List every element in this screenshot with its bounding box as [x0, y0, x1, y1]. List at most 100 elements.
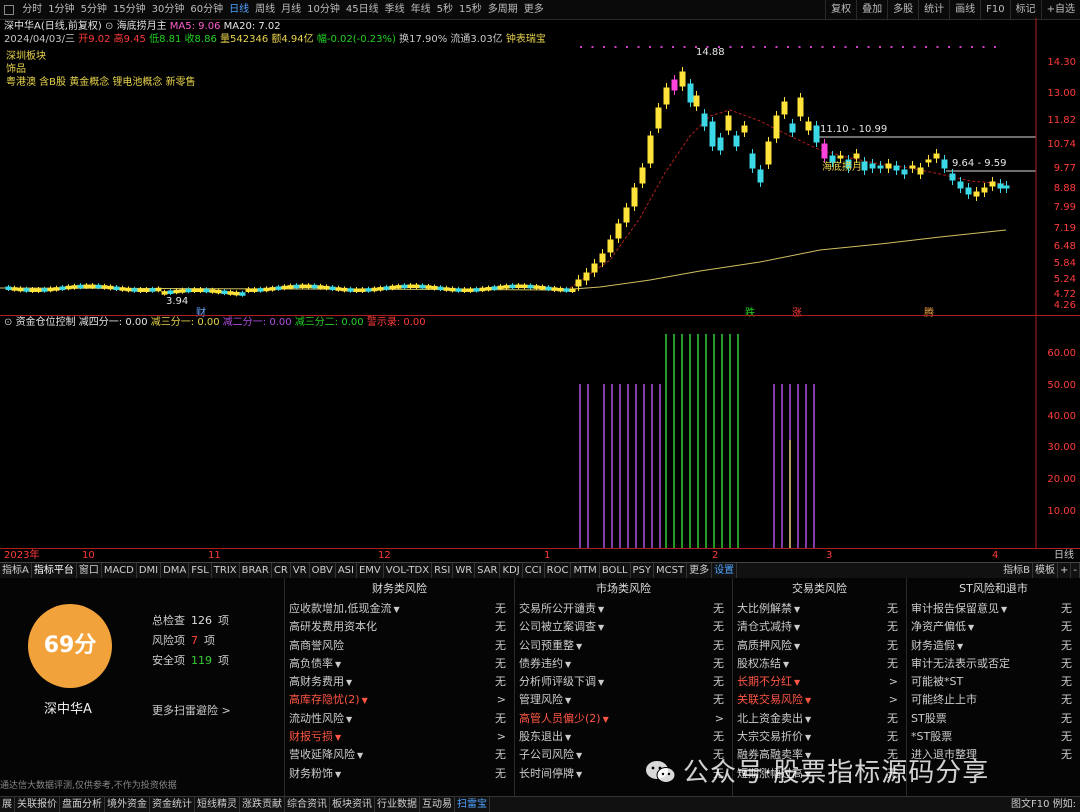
risk-item[interactable]: 高财务费用 ▼ 无	[285, 673, 514, 691]
candle[interactable]	[941, 155, 948, 173]
period-tab[interactable]: 60分钟	[187, 0, 226, 20]
risk-item[interactable]: 营收延降风险 ▼ 无	[285, 746, 514, 764]
candle[interactable]	[533, 283, 540, 290]
candle[interactable]	[521, 283, 528, 290]
candle[interactable]	[467, 286, 474, 293]
candle[interactable]	[509, 283, 516, 290]
candle[interactable]	[615, 219, 622, 243]
risk-item[interactable]: 股权冻结 ▼ 无	[733, 655, 906, 673]
status-tab[interactable]: 资金统计	[150, 797, 195, 812]
indicator-tab[interactable]: DMI	[137, 563, 162, 579]
risk-item[interactable]: 审计无法表示或否定 无	[907, 655, 1080, 673]
candle[interactable]	[131, 286, 138, 293]
candle[interactable]	[1003, 181, 1010, 193]
candle[interactable]	[479, 286, 486, 293]
candle[interactable]	[449, 286, 456, 293]
period-tab[interactable]: 更多	[521, 0, 547, 20]
candle[interactable]	[717, 133, 724, 155]
indicator-tab[interactable]: CR	[272, 563, 291, 579]
candle[interactable]	[917, 163, 924, 179]
status-tab[interactable]: 展	[0, 797, 15, 812]
risk-item[interactable]: 清仓式减持 ▼ 无	[733, 618, 906, 636]
candle[interactable]	[269, 285, 276, 292]
period-tab[interactable]: 30分钟	[149, 0, 188, 20]
candle[interactable]	[221, 289, 228, 296]
indicator-tab-right[interactable]: -	[1071, 563, 1080, 579]
risk-item[interactable]: 大宗交易折价 ▼ 无	[733, 728, 906, 746]
candle[interactable]	[473, 286, 480, 293]
indicator-tab[interactable]: WR	[453, 563, 476, 579]
period-tab[interactable]: 日线	[226, 0, 252, 20]
candle[interactable]	[5, 285, 12, 291]
indicator-tab[interactable]: ASI	[336, 563, 357, 579]
status-tab[interactable]: 关联报价	[15, 797, 60, 812]
candle[interactable]	[663, 83, 670, 109]
candle[interactable]	[551, 285, 558, 292]
risk-item[interactable]: 高研发费用资本化 无	[285, 618, 514, 636]
candle[interactable]	[275, 284, 282, 291]
candle[interactable]	[173, 288, 180, 295]
indicator-tab[interactable]: EMV	[357, 563, 384, 579]
candle[interactable]	[687, 79, 694, 107]
candle[interactable]	[419, 283, 426, 290]
indicator-tab-right[interactable]: 模板	[1033, 563, 1058, 579]
candle[interactable]	[395, 283, 402, 290]
candle[interactable]	[527, 283, 534, 290]
candle[interactable]	[59, 284, 66, 291]
candle[interactable]	[893, 161, 900, 175]
candle[interactable]	[197, 287, 204, 294]
candle[interactable]	[981, 183, 988, 197]
indicator-tab-right[interactable]: +	[1058, 563, 1072, 579]
risk-item[interactable]: 大比例解禁 ▼ 无	[733, 600, 906, 618]
candle[interactable]	[299, 283, 306, 290]
indicator-chart[interactable]	[0, 316, 1080, 548]
risk-item[interactable]: 可能被*ST 无	[907, 673, 1080, 691]
candle[interactable]	[239, 290, 246, 297]
toolbar-button[interactable]: 多股	[887, 0, 918, 20]
indicator-tab[interactable]: MTM	[571, 563, 600, 579]
risk-item[interactable]: 可能终止上市 无	[907, 691, 1080, 709]
status-tab[interactable]: 板块资讯	[330, 797, 375, 812]
candle[interactable]	[263, 286, 270, 293]
candle[interactable]	[813, 121, 820, 147]
candle[interactable]	[53, 285, 60, 292]
indicator-tab[interactable]: CCI	[523, 563, 545, 579]
candle[interactable]	[749, 149, 756, 173]
candle[interactable]	[149, 286, 156, 293]
indicator-tab[interactable]: KDJ	[500, 563, 523, 579]
risk-item[interactable]: 北上资金卖出 ▼ 无	[733, 710, 906, 728]
candle[interactable]	[647, 131, 654, 168]
candle[interactable]	[797, 93, 804, 121]
candle[interactable]	[215, 288, 222, 295]
risk-item[interactable]: 财报亏损 ▼ >	[285, 728, 514, 746]
status-tab[interactable]: 涨跌贡献	[240, 797, 285, 812]
candle[interactable]	[885, 159, 892, 173]
toolbar-button[interactable]: 叠加	[856, 0, 887, 20]
candle[interactable]	[311, 283, 318, 290]
candle[interactable]	[591, 259, 598, 277]
status-right-text[interactable]: 图文F10 例如:	[1011, 797, 1076, 812]
candle[interactable]	[965, 183, 972, 199]
period-tab[interactable]: 分时	[19, 0, 45, 20]
candle[interactable]	[725, 111, 732, 135]
candle[interactable]	[443, 285, 450, 292]
period-tab[interactable]: 15分钟	[110, 0, 149, 20]
candle[interactable]	[781, 97, 788, 119]
candle[interactable]	[485, 285, 492, 292]
candle[interactable]	[47, 286, 54, 293]
candlestick-chart[interactable]	[0, 18, 1080, 318]
candle[interactable]	[329, 285, 336, 292]
candle[interactable]	[877, 161, 884, 173]
candle[interactable]	[789, 119, 796, 137]
indicator-tab[interactable]: PSY	[631, 563, 655, 579]
candle[interactable]	[407, 283, 414, 290]
indicator-tab[interactable]: MACD	[102, 563, 137, 579]
indicator-tab[interactable]: OBV	[310, 563, 336, 579]
candle[interactable]	[359, 286, 366, 293]
period-tab[interactable]: 年线	[408, 0, 434, 20]
candle[interactable]	[765, 137, 772, 169]
risk-item[interactable]: 高库存隐忧(2) ▼ >	[285, 691, 514, 709]
candle[interactable]	[17, 286, 24, 293]
candle[interactable]	[371, 286, 378, 293]
risk-item[interactable]: 公司预重整 ▼ 无	[515, 637, 732, 655]
